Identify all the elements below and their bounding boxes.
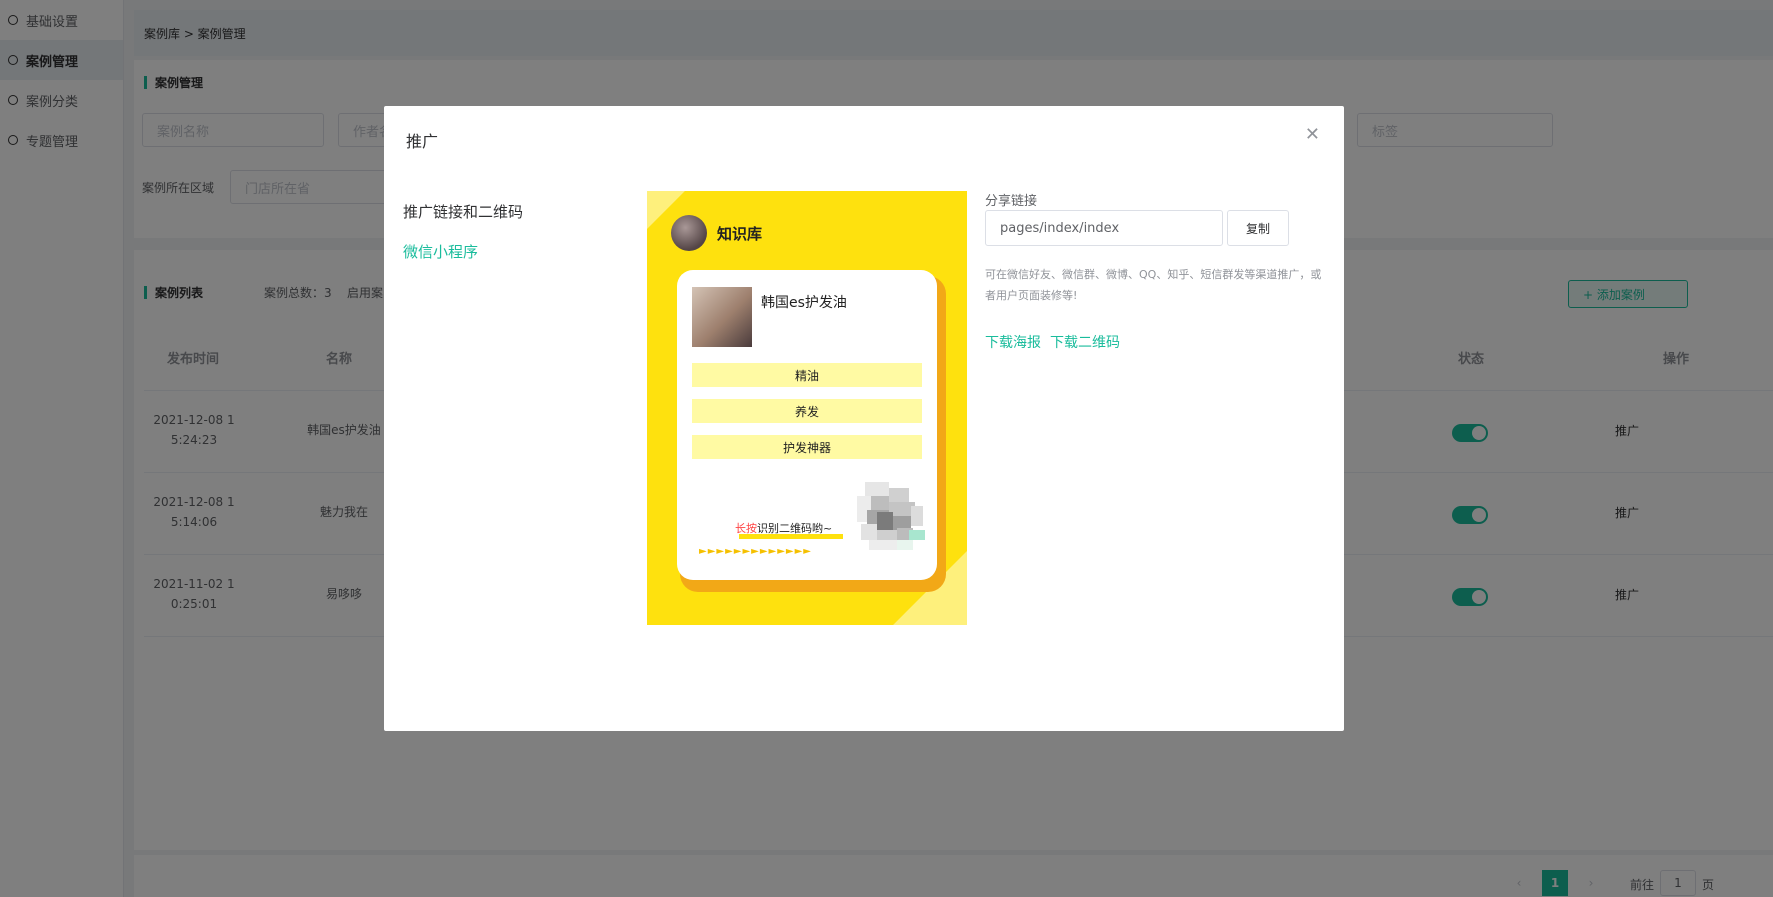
poster-tip: 长按识别二维码哟~ <box>735 522 833 535</box>
copy-button[interactable]: 复制 <box>1227 210 1289 246</box>
wechat-miniprogram-tab[interactable]: 微信小程序 <box>403 241 478 262</box>
download-qrcode-link[interactable]: 下载二维码 <box>1050 332 1120 352</box>
promo-poster: 知识库 韩国es护发油 精油 养发 护发神器 长按识别二维码哟~ ►►►►►►►… <box>647 191 967 625</box>
qrcode-icon <box>857 482 925 550</box>
share-description: 可在微信好友、微信群、微博、QQ、知乎、短信群发等渠道推广，或者用户页面装修等! <box>985 268 1322 302</box>
poster-tag: 护发神器 <box>692 435 922 459</box>
poster-product-title: 韩国es护发油 <box>761 295 847 311</box>
poster-arrows: ►►►►►►►►►►►►► <box>699 546 812 557</box>
promote-section-title: 推广链接和二维码 <box>403 203 524 221</box>
share-link-label: 分享链接 <box>985 194 1038 209</box>
poster-card: 韩国es护发油 精油 养发 护发神器 长按识别二维码哟~ ►►►►►►►►►►►… <box>677 270 937 580</box>
poster-shop-name: 知识库 <box>717 225 763 243</box>
download-poster-link[interactable]: 下载海报 <box>985 332 1041 352</box>
poster-tag: 养发 <box>692 399 922 423</box>
product-image <box>692 287 752 347</box>
shop-avatar <box>671 215 707 251</box>
share-link-input[interactable]: pages/index/index <box>985 210 1223 246</box>
dialog-title: 推广 <box>406 132 439 151</box>
promote-dialog: 推广 ✕ 推广链接和二维码 微信小程序 知识库 韩国es护发油 精油 养发 护发… <box>384 106 1344 731</box>
poster-tag: 精油 <box>692 363 922 387</box>
close-icon[interactable]: ✕ <box>1305 124 1320 145</box>
